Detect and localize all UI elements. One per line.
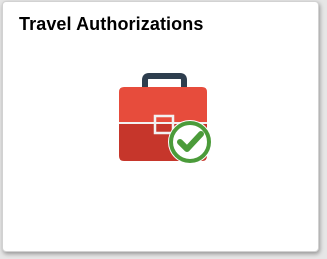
briefcase-handle bbox=[142, 73, 187, 88]
tile-title: Travel Authorizations bbox=[19, 14, 204, 34]
check-badge bbox=[168, 120, 212, 164]
travel-authorizations-tile[interactable]: Travel Authorizations bbox=[2, 1, 319, 252]
briefcase-check-icon bbox=[113, 72, 217, 170]
briefcase-body-top bbox=[119, 87, 207, 123]
